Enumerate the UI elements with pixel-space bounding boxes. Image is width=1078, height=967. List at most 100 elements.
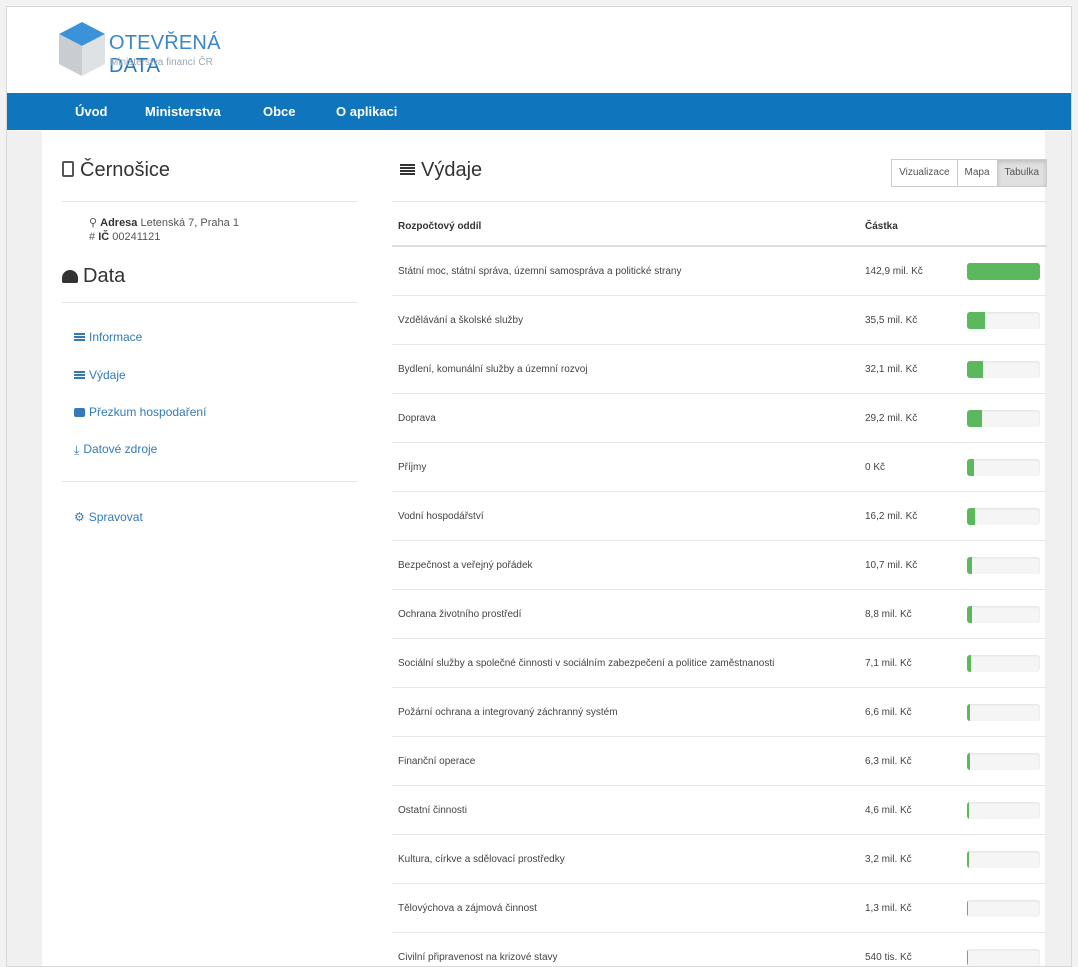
save-icon bbox=[74, 408, 85, 417]
address-block: ⚲ Adresa Letenská 7, Praha 1 # IČ 002411… bbox=[89, 216, 239, 244]
progress-bar bbox=[967, 556, 1040, 574]
expenses-table: Rozpočtový oddíl Částka Státní moc, stát… bbox=[392, 207, 1047, 966]
progress-bar bbox=[967, 850, 1040, 868]
progress-bar bbox=[967, 703, 1040, 721]
progress-bar-fill bbox=[967, 507, 976, 525]
row-category: Kultura, církve a sdělovací prostředky bbox=[392, 834, 859, 884]
site-logo[interactable]: OTEVŘENÁ DATA Ministerstva financí ČR bbox=[57, 20, 257, 80]
row-bar-cell bbox=[961, 687, 1047, 737]
progress-bar bbox=[967, 948, 1040, 966]
view-button-vizualizace[interactable]: Vizualizace bbox=[891, 159, 958, 187]
row-bar-cell bbox=[961, 540, 1047, 590]
sidebar-item-datove-zdroje[interactable]: ⤓ Datové zdroje bbox=[74, 442, 157, 458]
row-amount: 10,7 mil. Kč bbox=[859, 540, 961, 590]
progress-bar bbox=[967, 458, 1040, 476]
row-amount: 16,2 mil. Kč bbox=[859, 491, 961, 541]
nav-item-ministerstva[interactable]: Ministerstva bbox=[145, 93, 221, 130]
progress-bar-fill bbox=[967, 899, 968, 917]
row-amount: 6,3 mil. Kč bbox=[859, 736, 961, 786]
sidebar-item-spravovat[interactable]: ⚙ Spravovat bbox=[74, 510, 143, 524]
ic-label: IČ bbox=[98, 231, 110, 243]
view-button-mapa[interactable]: Mapa bbox=[956, 159, 998, 187]
row-bar-cell bbox=[961, 638, 1047, 688]
row-amount: 7,1 mil. Kč bbox=[859, 638, 961, 688]
table-row: Příjmy 0 Kč bbox=[392, 442, 1047, 492]
row-bar-cell bbox=[961, 834, 1047, 884]
list-icon bbox=[74, 333, 85, 342]
sidebar-item-vydaje[interactable]: Výdaje bbox=[74, 368, 126, 382]
row-category: Státní moc, státní správa, územní samosp… bbox=[392, 245, 859, 296]
row-amount: 6,6 mil. Kč bbox=[859, 687, 961, 737]
dashboard-icon bbox=[62, 270, 78, 283]
row-bar-cell bbox=[961, 736, 1047, 786]
browser-viewport: OTEVŘENÁ DATA Ministerstva financí ČR Úv… bbox=[6, 6, 1072, 967]
progress-bar-fill bbox=[967, 311, 986, 329]
progress-bar bbox=[967, 360, 1040, 378]
table-header-row: Rozpočtový oddíl Částka bbox=[392, 207, 1047, 247]
row-amount: 540 tis. Kč bbox=[859, 932, 961, 966]
table-row: Vodní hospodářství 16,2 mil. Kč bbox=[392, 491, 1047, 541]
progress-bar bbox=[967, 605, 1040, 623]
row-amount: 142,9 mil. Kč bbox=[859, 245, 961, 296]
progress-bar bbox=[967, 654, 1040, 672]
ic-value: 00241121 bbox=[112, 231, 161, 243]
sidebar-item-label: Přezkum hospodaření bbox=[89, 405, 207, 419]
sidebar-item-prezkum[interactable]: Přezkum hospodaření bbox=[74, 405, 206, 419]
hash-icon: # bbox=[89, 231, 96, 243]
column-header-amount[interactable]: Částka bbox=[859, 207, 961, 247]
row-amount: 1,3 mil. Kč bbox=[859, 883, 961, 933]
data-heading-text: Data bbox=[83, 265, 126, 287]
view-switcher: Vizualizace Mapa Tabulka bbox=[891, 159, 1047, 187]
row-category: Finanční operace bbox=[392, 736, 859, 786]
divider bbox=[392, 201, 1047, 202]
nav-item-uvod[interactable]: Úvod bbox=[75, 93, 108, 130]
row-bar-cell bbox=[961, 785, 1047, 835]
table-row: Ostatní činnosti 4,6 mil. Kč bbox=[392, 785, 1047, 835]
progress-bar-fill bbox=[967, 556, 973, 574]
page-title-text: Výdaje bbox=[421, 159, 483, 181]
address-value: Letenská 7, Praha 1 bbox=[140, 217, 239, 229]
divider bbox=[62, 481, 357, 482]
nav-item-obce[interactable]: Obce bbox=[263, 93, 296, 130]
sidebar-item-label: Datové zdroje bbox=[83, 442, 158, 456]
progress-bar-fill bbox=[967, 801, 970, 819]
table-row: Požární ochrana a integrovaný záchranný … bbox=[392, 687, 1047, 737]
column-header-category[interactable]: Rozpočtový oddíl bbox=[392, 207, 859, 247]
table-row: Civilní připravenost na krizové stavy 540… bbox=[392, 932, 1047, 966]
progress-bar bbox=[967, 262, 1040, 280]
row-bar-cell bbox=[961, 932, 1047, 966]
progress-bar-fill bbox=[967, 262, 1040, 280]
row-amount: 4,6 mil. Kč bbox=[859, 785, 961, 835]
row-bar-cell bbox=[961, 883, 1047, 933]
progress-bar-fill bbox=[967, 654, 971, 672]
row-amount: 3,2 mil. Kč bbox=[859, 834, 961, 884]
table-body: Státní moc, státní správa, územní samosp… bbox=[392, 245, 1047, 966]
cube-logo-icon bbox=[59, 22, 105, 76]
row-bar-cell bbox=[961, 491, 1047, 541]
row-bar-cell bbox=[961, 393, 1047, 443]
main-navbar: Úvod Ministerstva Obce O aplikaci bbox=[7, 93, 1071, 130]
view-button-tabulka[interactable]: Tabulka bbox=[996, 159, 1047, 187]
row-category: Vzdělávání a školské služby bbox=[392, 295, 859, 345]
row-category: Požární ochrana a integrovaný záchranný … bbox=[392, 687, 859, 737]
progress-bar-fill bbox=[967, 850, 969, 868]
list-icon bbox=[74, 371, 85, 380]
progress-bar-fill bbox=[967, 360, 984, 378]
progress-bar bbox=[967, 409, 1040, 427]
sidebar-item-informace[interactable]: Informace bbox=[74, 330, 142, 344]
download-icon: ⤓ bbox=[74, 443, 80, 457]
row-category: Ochrana životního prostředí bbox=[392, 589, 859, 639]
city-name: Černošice bbox=[80, 159, 171, 181]
row-amount: 29,2 mil. Kč bbox=[859, 393, 961, 443]
progress-bar bbox=[967, 899, 1040, 917]
city-title: Černošice bbox=[62, 159, 170, 182]
nav-item-o-aplikaci[interactable]: O aplikaci bbox=[336, 93, 397, 130]
row-category: Sociální služby a společné činnosti v so… bbox=[392, 638, 859, 688]
table-row: Ochrana životního prostředí 8,8 mil. Kč bbox=[392, 589, 1047, 639]
row-bar-cell bbox=[961, 245, 1047, 296]
table-row: Bezpečnost a veřejný pořádek 10,7 mil. Kč bbox=[392, 540, 1047, 590]
tablet-icon bbox=[62, 161, 74, 177]
table-row: Sociální služby a společné činnosti v so… bbox=[392, 638, 1047, 688]
page-title: Výdaje bbox=[400, 159, 482, 182]
table-row: Kultura, církve a sdělovací prostředky 3,… bbox=[392, 834, 1047, 884]
